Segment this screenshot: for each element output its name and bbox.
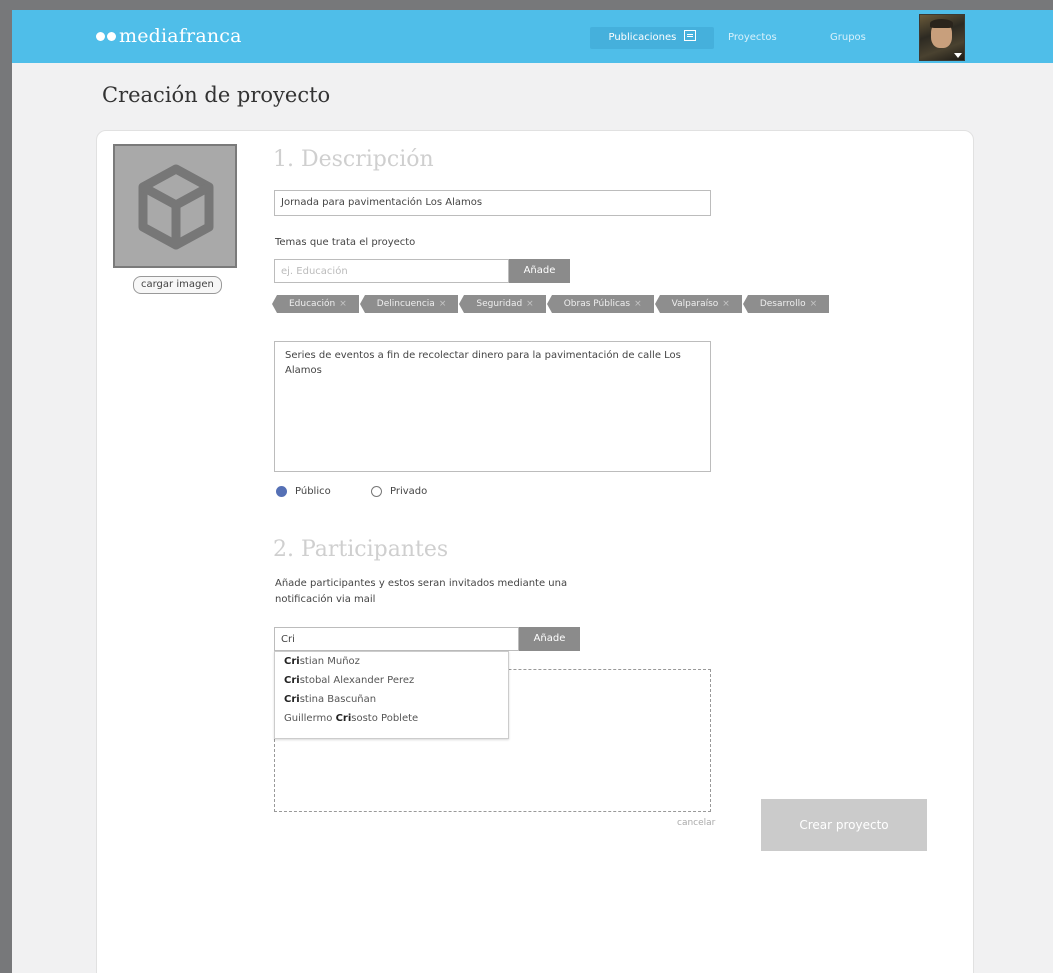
project-name-input[interactable]: Jornada para pavimentación Los Alamos [274, 190, 711, 216]
add-participant-button[interactable]: Añade [519, 627, 580, 651]
topic-tag[interactable]: Desarrollo × [742, 295, 830, 313]
tag-label: Educación [289, 299, 336, 309]
avatar-hair [930, 19, 953, 28]
create-project-button[interactable]: Crear proyecto [761, 799, 927, 851]
suggestion-match: Cri [284, 656, 300, 667]
close-icon[interactable]: × [339, 299, 347, 309]
topic-placeholder: ej. Educación [281, 266, 348, 277]
cancel-link[interactable]: cancelar [677, 818, 715, 828]
tag-label: Obras Públicas [563, 299, 631, 309]
topic-tag[interactable]: Seguridad × [459, 295, 546, 313]
topic-tag[interactable]: Delincuencia × [359, 295, 459, 313]
close-icon[interactable]: × [526, 299, 534, 309]
upload-image-button[interactable]: cargar imagen [133, 276, 222, 294]
public-label: Público [295, 486, 331, 497]
participant-search-input[interactable]: Cri [274, 627, 519, 651]
nav-grupos[interactable]: Grupos [830, 27, 880, 49]
tag-label: Seguridad [476, 299, 523, 309]
suggestion-item[interactable]: Cristobal Alexander Perez [275, 671, 508, 690]
participants-help-line1: Añade participantes y estos seran invita… [275, 578, 568, 589]
app-window: mediafranca Publicaciones Proyectos Grup… [12, 10, 1053, 973]
topics-label: Temas que trata el proyecto [275, 237, 416, 248]
logo-dots-icon [96, 31, 116, 41]
nav-publicaciones[interactable]: Publicaciones [590, 27, 714, 49]
top-navigation-bar: mediafranca Publicaciones Proyectos Grup… [12, 10, 1053, 63]
private-label: Privado [390, 486, 428, 497]
visibility-public-radio[interactable]: Público [276, 486, 331, 497]
section-participants-title: 2. Participantes [273, 537, 449, 562]
suggestion-item[interactable]: Cristina Bascuñan [275, 690, 508, 709]
close-icon[interactable]: × [634, 299, 642, 309]
participants-help-line2: notificación via mail [275, 594, 376, 605]
suggestion-item[interactable]: Guillermo Crisosto Poblete [275, 709, 508, 728]
nav-proyectos[interactable]: Proyectos [728, 27, 788, 49]
participant-suggestions: Cristian Muñoz Cristobal Alexander Perez… [274, 651, 509, 739]
visibility-private-radio[interactable]: Privado [371, 486, 427, 497]
radio-selected-icon [276, 486, 287, 497]
topic-tag[interactable]: Valparaíso × [654, 295, 742, 313]
suggestion-post: stina Bascuñan [299, 694, 377, 705]
topic-tag[interactable]: Educación × [272, 295, 359, 313]
cube-icon [138, 164, 214, 250]
tag-label: Valparaíso [671, 299, 719, 309]
suggestion-post: stian Muñoz [299, 656, 360, 667]
close-icon[interactable]: × [439, 299, 447, 309]
description-textarea[interactable]: Series de eventos a fin de recolectar di… [274, 341, 711, 472]
suggestion-post: stobal Alexander Perez [299, 675, 415, 686]
suggestion-item[interactable]: Cristian Muñoz [275, 652, 508, 671]
add-topic-button[interactable]: Añade [509, 259, 570, 283]
tag-label: Delincuencia [376, 299, 435, 309]
suggestion-pre: Guillermo [284, 713, 336, 724]
brand-name: mediafranca [119, 25, 242, 47]
close-icon[interactable]: × [810, 299, 818, 309]
suggestion-match: Cri [284, 675, 300, 686]
list-icon [683, 30, 696, 41]
chevron-down-icon [954, 53, 962, 58]
close-icon[interactable]: × [722, 299, 730, 309]
suggestion-match: Cri [335, 713, 352, 724]
radio-empty-icon [371, 486, 382, 497]
section-description-title: 1. Descripción [273, 147, 434, 172]
suggestion-post: sosto Poblete [351, 713, 419, 724]
brand-logo[interactable]: mediafranca [96, 24, 242, 48]
page-title: Creación de proyecto [102, 83, 331, 107]
tag-label: Desarrollo [759, 299, 806, 309]
user-avatar[interactable] [919, 14, 965, 61]
topic-tag[interactable]: Obras Públicas × [546, 295, 654, 313]
topic-search-input[interactable]: ej. Educación [274, 259, 509, 283]
project-image-placeholder[interactable] [113, 144, 237, 268]
topic-tags: Educación × Delincuencia × Seguridad × Obra… [272, 295, 830, 313]
nav-publicaciones-label: Publicaciones [608, 32, 677, 43]
suggestion-match: Cri [284, 694, 300, 705]
